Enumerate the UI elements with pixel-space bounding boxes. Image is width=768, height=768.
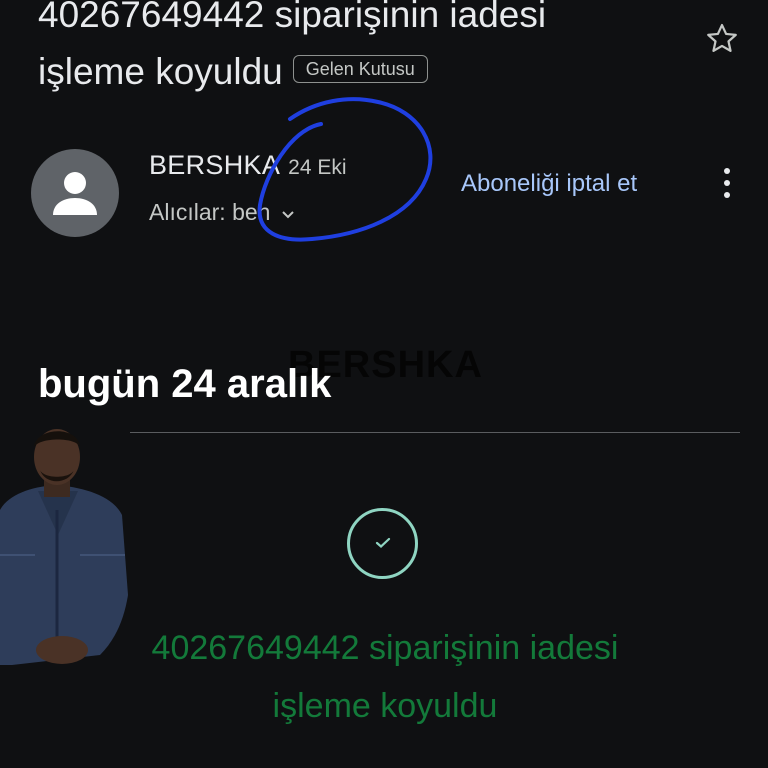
person-photo-overlay [0,415,130,675]
return-status-message: 40267649442 siparişinin iadesi işleme ko… [100,619,670,735]
email-date: 24 Eki [288,156,347,179]
check-circle-icon [347,508,418,579]
subject-line-2-text: işleme koyuldu [38,51,283,92]
unsubscribe-link[interactable]: Aboneliği iptal et [461,170,637,198]
subject-line-2: işleme koyuldu Gelen Kutusu [38,43,698,100]
recipients-toggle[interactable]: Alıcılar: ben [149,199,296,227]
recipients-label: Alıcılar: ben [149,199,271,225]
status-line-1: 40267649442 siparişinin iadesi [151,629,619,667]
date-heading: bugün 24 aralık [38,362,332,406]
sender-name[interactable]: BERSHKA [149,150,280,180]
email-subject: 40267649442 siparişinin iadesi işleme ko… [38,0,698,100]
sender-row: BERSHKA 24 Eki [149,150,347,181]
subject-line-1: 40267649442 siparişinin iadesi [38,0,547,35]
divider [38,432,740,433]
star-icon[interactable] [703,20,741,58]
sender-avatar[interactable] [31,149,119,237]
inbox-label-chip[interactable]: Gelen Kutusu [292,55,428,84]
chevron-down-icon[interactable] [280,200,296,227]
status-line-2: işleme koyuldu [272,687,498,725]
more-options-icon[interactable] [718,168,736,204]
